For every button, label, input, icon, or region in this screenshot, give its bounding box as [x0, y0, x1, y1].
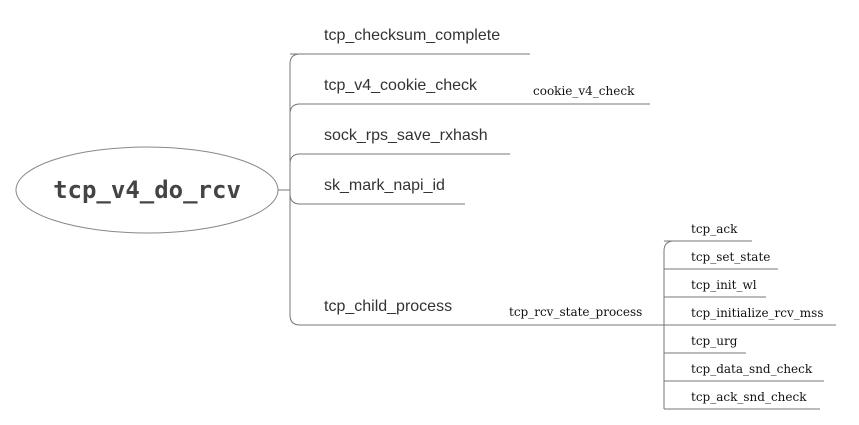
leaf-label-tcp-urg: tcp_urg	[691, 334, 738, 348]
branch-underline-cookie-check	[289, 103, 650, 115]
leaf-label-tcp-ack-snd-check: tcp_ack_snd_check	[691, 390, 807, 404]
child-label-cookie-v4-check: cookie_v4_check	[533, 84, 635, 98]
child-label-rcv-state-process: tcp_rcv_state_process	[509, 305, 642, 319]
leaf-label-tcp-data-snd-check: tcp_data_snd_check	[691, 362, 813, 376]
branch-label-napi: sk_mark_napi_id	[324, 177, 445, 194]
mindmap-diagram: tcp_v4_do_rcv tcp_checksum_complete tcp_…	[15, 27, 836, 410]
leaf-label-tcp-init-wl: tcp_init_wl	[691, 278, 757, 292]
branch-label-child-process: tcp_child_process	[324, 298, 452, 315]
leaf-label-tcp-ack: tcp_ack	[691, 222, 738, 236]
branch-label-rps: sock_rps_save_rxhash	[324, 127, 488, 144]
branch-label-checksum: tcp_checksum_complete	[324, 27, 500, 44]
leaf-label-tcp-set-state: tcp_set_state	[691, 250, 770, 264]
root-node-label: tcp_v4_do_rcv	[53, 176, 241, 204]
leaf-label-tcp-initialize-rcv-mss: tcp_initialize_rcv_mss	[691, 306, 823, 320]
branch-underline-rps	[289, 153, 510, 165]
branch-label-cookie-check: tcp_v4_cookie_check	[324, 77, 478, 94]
branch-underline-napi	[289, 193, 465, 205]
branch-trunk	[289, 53, 301, 326]
